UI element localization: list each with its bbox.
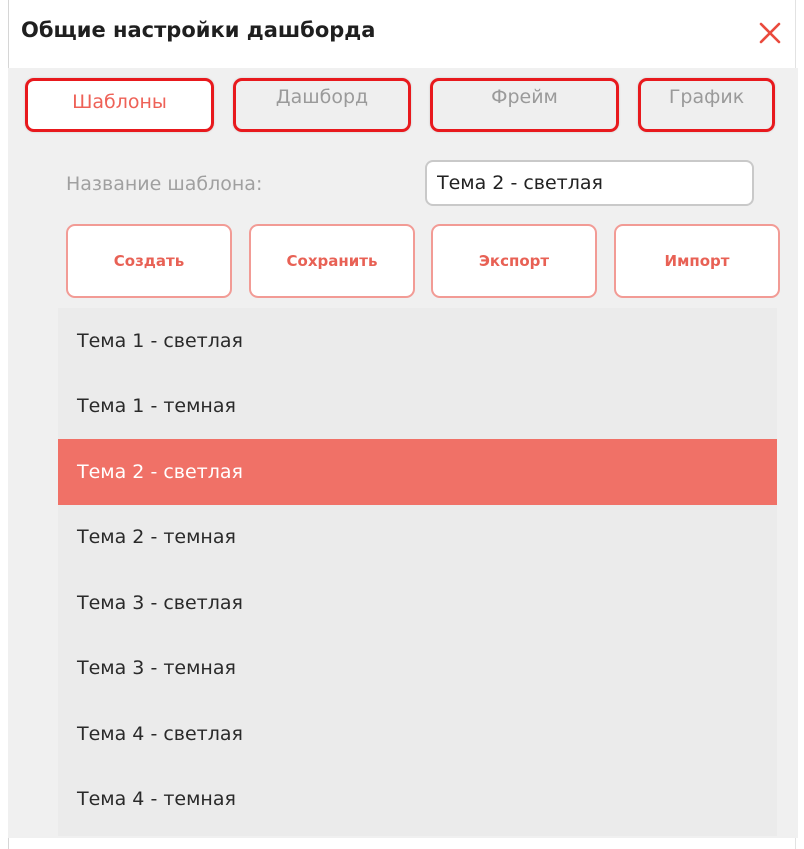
tab-dashboard[interactable]: Дашборд xyxy=(233,78,411,132)
tab-chart[interactable]: График xyxy=(638,78,775,132)
close-icon[interactable] xyxy=(755,18,785,48)
tab-label: Шаблоны xyxy=(72,91,167,113)
template-list: Тема 1 - светлая Тема 1 - темная Тема 2 … xyxy=(58,308,777,836)
list-item[interactable]: Тема 3 - темная xyxy=(58,636,777,702)
list-item[interactable]: Тема 4 - темная xyxy=(58,767,777,833)
list-item-selected[interactable]: Тема 2 - светлая xyxy=(58,439,777,505)
import-button[interactable]: Импорт xyxy=(614,224,780,298)
list-item[interactable]: Тема 1 - светлая xyxy=(58,308,777,374)
create-button[interactable]: Создать xyxy=(66,224,232,298)
list-item[interactable]: Тема 2 - темная xyxy=(58,505,777,571)
template-name-input[interactable] xyxy=(425,160,754,206)
tab-templates[interactable]: Шаблоны xyxy=(25,78,214,132)
tab-label: Дашборд xyxy=(275,86,369,108)
list-item[interactable]: Тема 4 - светлая xyxy=(58,701,777,767)
list-item[interactable]: Тема 1 - темная xyxy=(58,374,777,440)
template-name-label: Название шаблона: xyxy=(66,173,263,195)
tab-label: Фрейм xyxy=(491,86,558,108)
save-button[interactable]: Сохранить xyxy=(249,224,415,298)
export-button[interactable]: Экспорт xyxy=(431,224,597,298)
list-item[interactable]: Тема 3 - светлая xyxy=(58,570,777,636)
tab-label: График xyxy=(668,86,745,108)
tab-frame[interactable]: Фрейм xyxy=(430,78,619,132)
dialog-title: Общие настройки дашборда xyxy=(21,18,376,42)
